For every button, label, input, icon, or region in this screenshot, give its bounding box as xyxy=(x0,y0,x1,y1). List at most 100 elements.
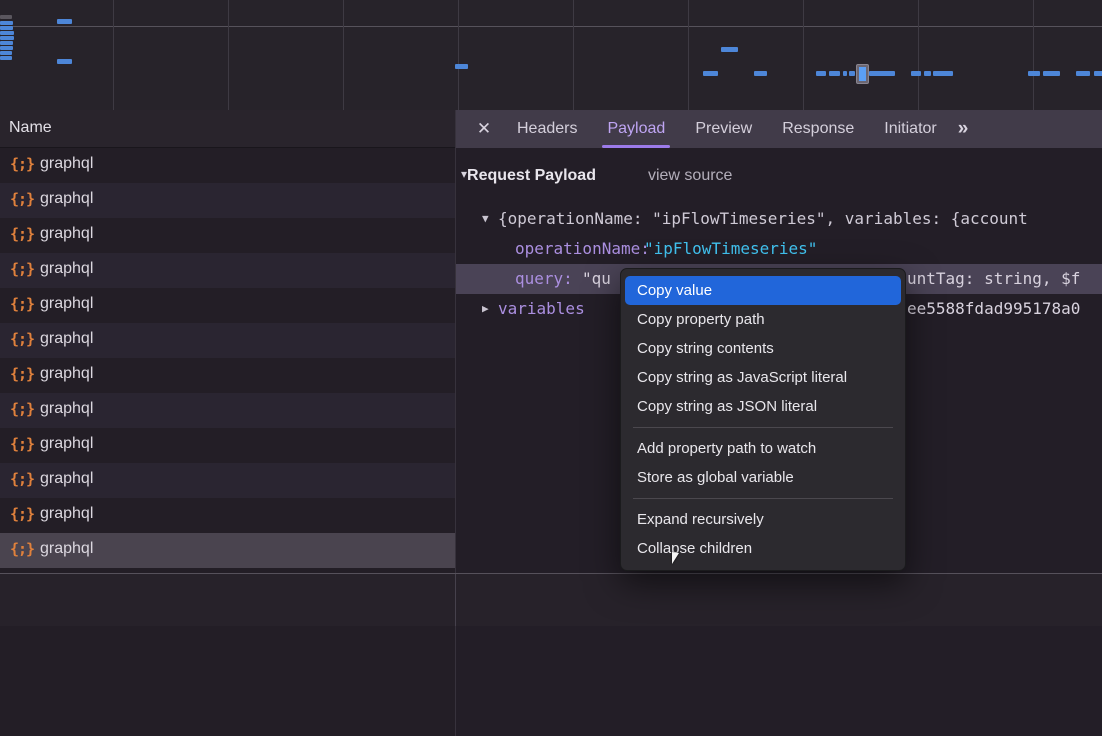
json-braces-icon: {;} xyxy=(10,295,34,313)
request-name-label: graphql xyxy=(40,470,93,488)
request-row-graphql[interactable]: {;} graphql xyxy=(0,393,455,428)
context-menu: Copy valueCopy property pathCopy string … xyxy=(620,268,906,571)
request-timing-bar xyxy=(455,64,468,69)
json-braces-icon: {;} xyxy=(10,365,34,383)
overview-gridline xyxy=(688,0,689,110)
menu-item-copy-string-contents[interactable]: Copy string contents xyxy=(625,334,901,363)
menu-item-copy-string-as-javascript-literal[interactable]: Copy string as JavaScript literal xyxy=(625,363,901,392)
request-rows: {;} graphql {;} graphql {;} graphql {;} graphql… xyxy=(0,148,455,568)
request-timing-bar xyxy=(829,71,840,76)
overview-gridline xyxy=(1033,0,1034,110)
overview-gridline xyxy=(343,0,344,110)
request-name-label: graphql xyxy=(40,400,93,418)
request-row-graphql[interactable]: {;} graphql xyxy=(0,288,455,323)
json-braces-icon: {;} xyxy=(10,225,34,243)
expanded-triangle-icon[interactable]: ▼ xyxy=(482,204,489,234)
status-footer xyxy=(0,574,1102,626)
network-overview-timeline[interactable] xyxy=(0,0,1102,111)
menu-item-expand-recursively[interactable]: Expand recursively xyxy=(625,505,901,534)
menu-item-copy-property-path[interactable]: Copy property path xyxy=(625,305,901,334)
selected-request-marker xyxy=(856,64,869,84)
overview-gridline xyxy=(918,0,919,110)
request-name-label: graphql xyxy=(40,295,93,313)
request-name-label: graphql xyxy=(40,155,93,173)
operation-name-row[interactable]: operationName: "ipFlowTimeseries" xyxy=(456,234,1102,264)
close-icon[interactable]: ✕ xyxy=(466,110,502,148)
request-timing-bar xyxy=(1043,71,1060,76)
request-timing-bar xyxy=(0,51,12,55)
json-braces-icon: {;} xyxy=(10,330,34,348)
tab-response[interactable]: Response xyxy=(767,110,869,148)
name-column-header[interactable]: Name xyxy=(0,110,455,148)
json-braces-icon: {;} xyxy=(10,470,34,488)
menu-separator xyxy=(633,498,893,499)
tab-initiator[interactable]: Initiator xyxy=(869,110,951,148)
menu-separator xyxy=(633,427,893,428)
collapsed-triangle-icon[interactable]: ▶ xyxy=(482,294,489,324)
request-list-panel: Name {;}graphql{;}graphql{;}graphql{;}gr… xyxy=(0,110,456,736)
view-source-link[interactable]: view source xyxy=(648,167,732,184)
request-timing-bar xyxy=(0,15,12,19)
request-name-label: graphql xyxy=(40,190,93,208)
overview-gridline xyxy=(803,0,804,110)
request-name-label: graphql xyxy=(40,330,93,348)
request-row-graphql[interactable]: {;}graphql xyxy=(0,218,455,253)
json-braces-icon: {;} xyxy=(10,540,34,558)
json-braces-icon: {;} xyxy=(10,400,34,418)
request-row-graphql[interactable]: {;} graphql xyxy=(0,148,455,183)
query-value-right-fragment: untTag: string, $f xyxy=(907,264,1080,294)
request-row-graphql[interactable]: {;}graphql xyxy=(0,253,455,288)
request-row-graphql[interactable]: {;}graphql xyxy=(0,498,455,533)
request-timing-bar xyxy=(57,19,72,24)
request-timing-bar xyxy=(0,41,13,45)
footer-divider xyxy=(455,574,456,626)
request-row-graphql[interactable]: {;}graphql xyxy=(0,533,455,568)
request-timing-bar xyxy=(0,26,13,30)
request-row-graphql[interactable]: {;} graphql xyxy=(0,463,455,498)
request-timing-bar xyxy=(924,71,931,76)
payload-object-preview: {operationName: "ipFlowTimeseries", vari… xyxy=(498,204,1028,234)
request-payload-title: Request Payload xyxy=(467,167,596,184)
json-braces-icon: {;} xyxy=(10,190,34,208)
request-timing-bar xyxy=(0,46,13,50)
request-timing-bar xyxy=(869,71,895,76)
request-timing-bar xyxy=(911,71,921,76)
request-row-graphql[interactable]: {;} graphql xyxy=(0,358,455,393)
mouse-cursor xyxy=(672,552,679,564)
devtools-network-panel: Name {;}graphql{;}graphql{;}graphql{;}gr… xyxy=(0,0,1102,736)
request-name-label: graphql xyxy=(40,365,93,383)
name-column-label: Name xyxy=(9,119,52,137)
request-timing-bar xyxy=(843,71,847,76)
menu-item-store-as-global-variable[interactable]: Store as global variable xyxy=(625,463,901,492)
request-timing-bar xyxy=(933,71,953,76)
menu-item-add-property-path-to-watch[interactable]: Add property path to watch xyxy=(625,434,901,463)
request-row-graphql[interactable]: {;} graphql xyxy=(0,183,455,218)
request-name-label: graphql xyxy=(40,260,93,278)
request-row-graphql[interactable]: {;} graphql xyxy=(0,428,455,463)
menu-item-collapse-children[interactable]: Collapse children xyxy=(625,534,901,563)
menu-item-copy-string-as-json-literal[interactable]: Copy string as JSON literal xyxy=(625,392,901,421)
variables-key: variables xyxy=(498,294,585,324)
request-timing-bar xyxy=(0,21,13,25)
request-name-label: graphql xyxy=(40,435,93,453)
request-timing-bar xyxy=(0,31,14,35)
more-tabs-icon[interactable]: » xyxy=(958,118,967,140)
overview-gridline xyxy=(458,0,459,110)
tab-headers[interactable]: Headers xyxy=(502,110,592,148)
request-timing-bar xyxy=(0,36,14,40)
tab-payload[interactable]: Payload xyxy=(592,110,680,148)
detail-tab-bar: ✕HeadersPayloadPreviewResponseInitiator » xyxy=(456,110,1102,148)
overview-hline xyxy=(0,26,1102,27)
request-row-graphql[interactable]: {;} graphql xyxy=(0,323,455,358)
request-timing-bar xyxy=(1094,71,1102,76)
request-timing-bar xyxy=(1028,71,1040,76)
request-payload-section[interactable]: ▾Request Payloadview source xyxy=(461,167,732,185)
tab-preview[interactable]: Preview xyxy=(680,110,767,148)
json-braces-icon: {;} xyxy=(10,155,34,173)
payload-root-row[interactable]: ▼ {operationName: "ipFlowTimeseries", va… xyxy=(456,204,1102,234)
menu-item-copy-value[interactable]: Copy value xyxy=(625,276,901,305)
overview-gridline xyxy=(573,0,574,110)
operation-name-key: operationName: xyxy=(515,234,650,264)
operation-name-value: "ipFlowTimeseries" xyxy=(644,234,817,264)
json-braces-icon: {;} xyxy=(10,435,34,453)
